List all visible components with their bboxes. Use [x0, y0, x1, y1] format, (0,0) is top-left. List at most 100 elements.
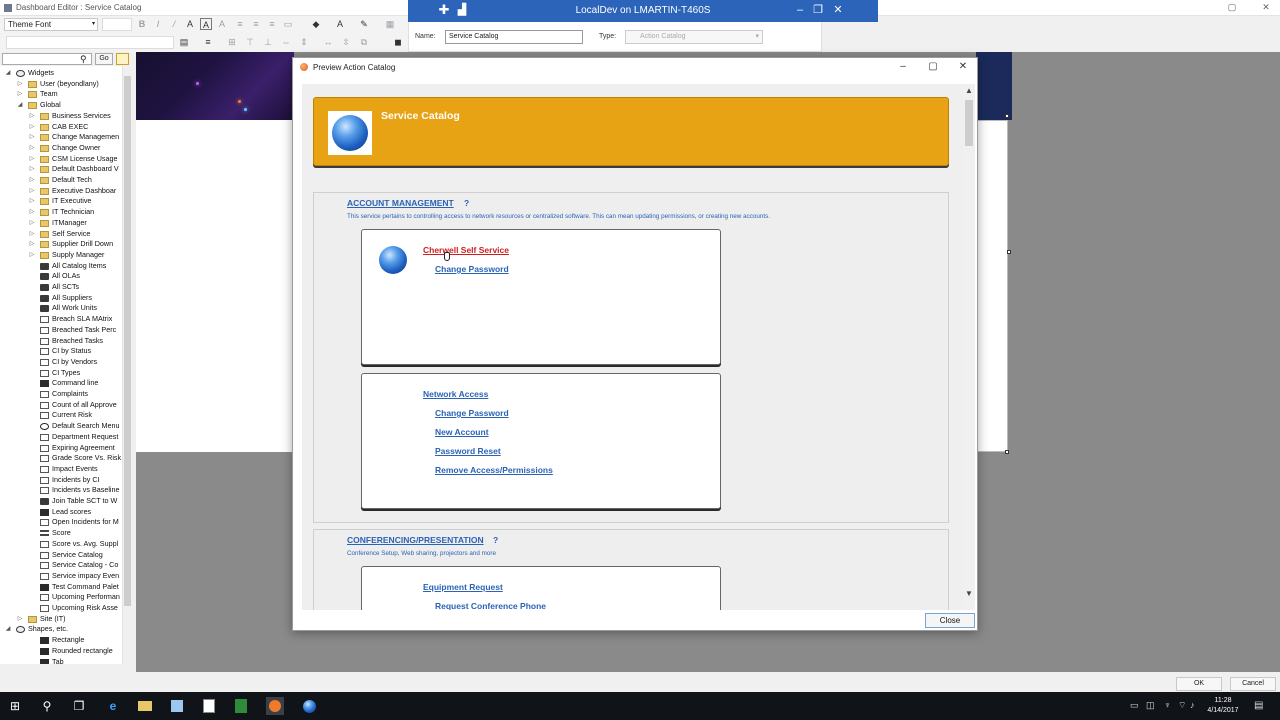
tree-item[interactable]: Current Risk — [28, 410, 120, 421]
font-size-select[interactable] — [102, 18, 132, 31]
width-icon[interactable]: ↔ — [322, 36, 334, 48]
go-button[interactable]: Go — [95, 53, 113, 65]
filter-icon[interactable] — [116, 53, 129, 65]
action-link[interactable]: Request Conference Phone — [435, 601, 546, 610]
tray-icon[interactable]: ♆ — [1164, 700, 1171, 710]
tree-scrollbar[interactable] — [122, 66, 132, 664]
tree-item[interactable]: Lead scores — [28, 507, 120, 518]
tree-item[interactable]: All OLAs — [28, 271, 120, 282]
volume-icon[interactable]: ♪ — [1190, 700, 1195, 710]
task-view-icon[interactable]: ❐ — [70, 697, 88, 715]
tree-item[interactable]: Command line — [28, 378, 120, 389]
tree-item[interactable]: ▷ User (beyondlany) — [16, 79, 120, 90]
tree-item[interactable]: Impact Events — [28, 464, 120, 475]
tree-item[interactable]: ▷ Supply Manager — [28, 250, 120, 261]
height-icon[interactable]: ⇕ — [298, 36, 310, 48]
tree-item[interactable]: ▷ Business Services — [28, 111, 120, 122]
name-field[interactable]: Service Catalog — [445, 30, 583, 44]
expander-icon[interactable]: ▷ — [16, 89, 24, 100]
notifications-icon[interactable]: ▤ — [1254, 700, 1263, 711]
font-color-box-icon[interactable]: A — [200, 18, 212, 30]
order-icon[interactable]: ⧉ — [358, 36, 370, 48]
tree-item[interactable]: Service impacy Even — [28, 571, 120, 582]
resize-handle[interactable] — [1005, 450, 1009, 454]
action-link[interactable]: Change Password — [435, 408, 509, 418]
align-center-icon[interactable]: ≡ — [250, 18, 262, 30]
tree-item[interactable]: ◢ Widgets — [4, 68, 120, 79]
page-icon[interactable]: ▤ — [178, 36, 190, 48]
restore-icon[interactable]: ▢ — [1222, 1, 1242, 14]
lines-icon[interactable]: ≡ — [202, 36, 214, 48]
tree-item[interactable]: Incidents vs Baseline — [28, 485, 120, 496]
tree-item[interactable]: ▷ IT Executive — [28, 196, 120, 207]
tree-item[interactable]: ▷ Change Owner — [28, 143, 120, 154]
expander-icon[interactable]: ▷ — [28, 250, 36, 261]
tree-item[interactable]: CI by Vendors — [28, 357, 120, 368]
tree-item[interactable]: Breach SLA MAtrix — [28, 314, 120, 325]
tree-item[interactable]: Rounded rectangle — [28, 646, 120, 657]
tree-item[interactable]: Score vs. Avg. Suppl — [28, 539, 120, 550]
tree-item[interactable]: ▷ ITManager — [28, 218, 120, 229]
space-icon[interactable]: ⇔ — [280, 36, 292, 48]
shrink-font-icon[interactable]: A — [216, 18, 228, 30]
tree-item[interactable]: Open Incidents for M — [28, 517, 120, 528]
align-right-icon[interactable]: ≡ — [266, 18, 278, 30]
tree-item[interactable]: Tab — [28, 657, 120, 664]
minimize-icon[interactable]: – — [895, 60, 911, 74]
tray-icon[interactable]: ◫ — [1146, 700, 1155, 711]
tree-item[interactable]: Rectangle — [28, 635, 120, 646]
search-icon[interactable]: ⚲ — [80, 54, 87, 65]
service-link[interactable]: Equipment Request — [423, 582, 503, 592]
tree-item[interactable]: ▷ Change Managemen — [28, 132, 120, 143]
expander-icon[interactable]: ▷ — [28, 122, 36, 133]
tree-item[interactable]: Expiring Agreement — [28, 443, 120, 454]
expander-icon[interactable]: ◢ — [4, 68, 12, 79]
size-icon[interactable]: ⇳ — [340, 36, 352, 48]
tree-item[interactable]: CI by Status — [28, 346, 120, 357]
align-middle-icon[interactable]: ⊥ — [262, 36, 274, 48]
tree-item[interactable]: Score — [28, 528, 120, 539]
minimize-icon[interactable]: – — [792, 3, 808, 17]
tree-item[interactable]: ▷ Team — [16, 89, 120, 100]
app-icon[interactable] — [200, 697, 218, 715]
scroll-thumb[interactable] — [965, 100, 973, 146]
tree-item[interactable]: ▷ Self Service — [28, 229, 120, 240]
search-icon[interactable]: ⚲ — [38, 697, 56, 715]
wifi-icon[interactable]: ⌔ — [1178, 700, 1186, 711]
expander-icon[interactable]: ▷ — [28, 164, 36, 175]
tree-item[interactable]: ▷ Executive Dashboar — [28, 186, 120, 197]
tree-item[interactable]: ◢ Shapes, etc. — [4, 624, 120, 635]
expander-icon[interactable]: ▷ — [28, 196, 36, 207]
tree-item[interactable]: Upcoming Risk Asse — [28, 603, 120, 614]
expander-icon[interactable]: ▷ — [28, 229, 36, 240]
expander-icon[interactable]: ▷ — [28, 175, 36, 186]
expander-icon[interactable]: ◢ — [16, 100, 24, 111]
expander-icon[interactable]: ▷ — [16, 79, 24, 90]
scroll-down-icon[interactable]: ▼ — [963, 589, 975, 598]
expander-icon[interactable]: ▷ — [28, 154, 36, 165]
file-explorer-icon[interactable] — [136, 697, 154, 715]
slant-icon[interactable]: / — [168, 18, 180, 30]
align-top-icon[interactable]: ⊤ — [244, 36, 256, 48]
tree-item[interactable]: All Catalog Items — [28, 261, 120, 272]
tree-item[interactable]: ▷ IT Technician — [28, 207, 120, 218]
expander-icon[interactable]: ▷ — [28, 132, 36, 143]
tree-item[interactable]: Grade Score Vs. Risk — [28, 453, 121, 464]
close-button[interactable]: Close — [925, 613, 975, 628]
tree-item[interactable]: Upcoming Performan — [28, 592, 120, 603]
tree-item[interactable]: ▷ Default Dashboard V — [28, 164, 120, 175]
scroll-up-icon[interactable]: ▲ — [963, 86, 975, 95]
ok-button[interactable]: OK — [1176, 677, 1222, 691]
edge-icon[interactable]: e — [104, 697, 122, 715]
maximize-icon[interactable]: ▢ — [925, 60, 941, 74]
tree-item[interactable]: Incidents by CI — [28, 475, 120, 486]
catalog-scrollbar[interactable]: ▲ ▼ — [963, 84, 975, 610]
tree-item[interactable]: Default Search Menu — [28, 421, 120, 432]
text-color-icon[interactable]: A — [334, 18, 346, 30]
distribute-icon[interactable]: ⊞ — [226, 36, 238, 48]
grow-font-icon[interactable]: A — [184, 18, 196, 30]
action-link[interactable]: New Account — [435, 427, 489, 437]
excel-icon[interactable] — [232, 697, 250, 715]
cherwell-icon[interactable] — [266, 697, 284, 715]
tree-item[interactable]: Service Catalog - Co — [28, 560, 120, 571]
